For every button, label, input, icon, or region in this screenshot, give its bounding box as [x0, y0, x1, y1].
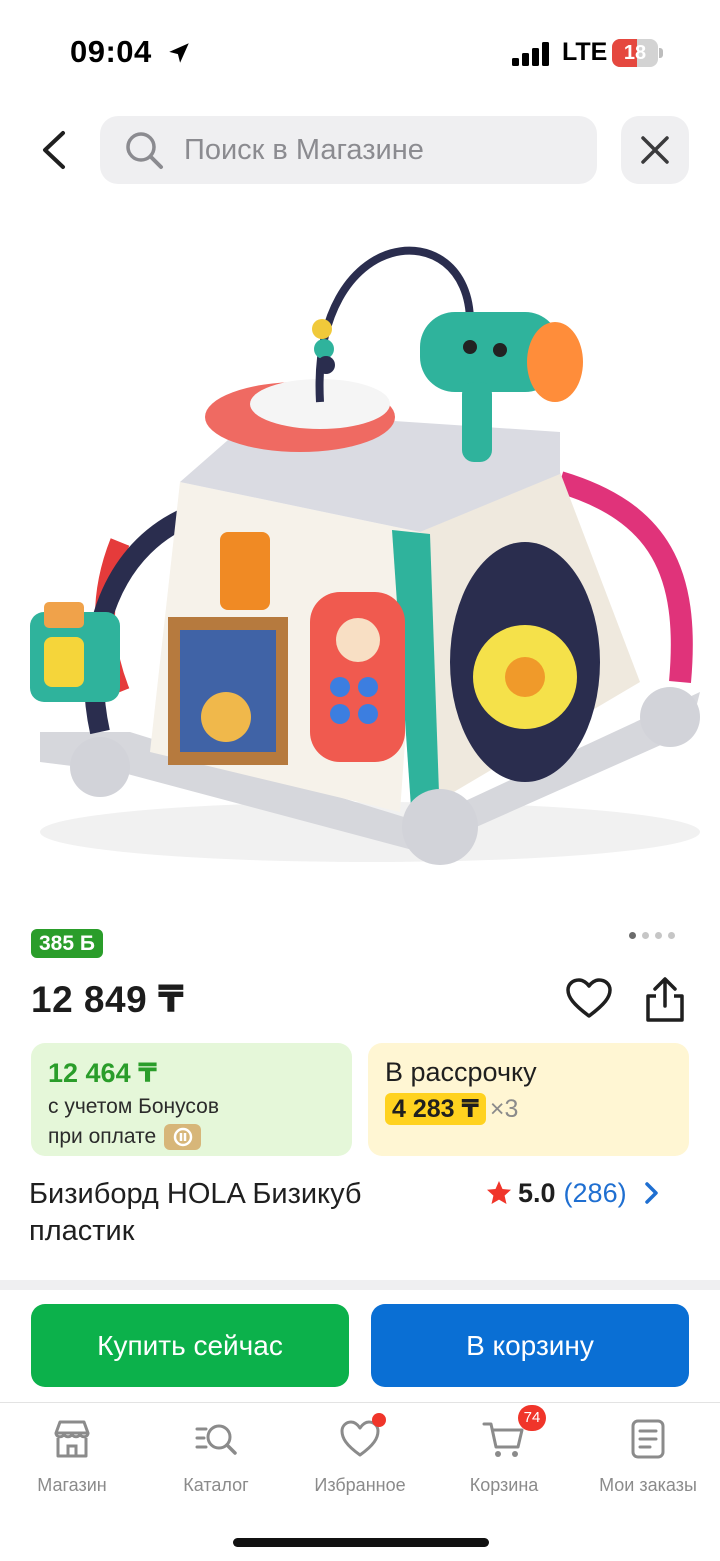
installment-amount: 4 283 ₸ — [385, 1093, 486, 1125]
share-button[interactable] — [642, 976, 688, 1024]
orders-icon — [631, 1419, 665, 1459]
cart-badge: 74 — [518, 1405, 546, 1431]
cart-icon-wrap: 74 — [482, 1405, 546, 1461]
signal-icon — [512, 42, 549, 66]
review-count: (286) — [563, 1177, 627, 1208]
nav-item-orders[interactable]: Мои заказы — [576, 1417, 720, 1507]
chevron-right-icon — [644, 1182, 658, 1204]
nav-label-orders: Мои заказы — [599, 1475, 697, 1495]
nav-label-favorites: Избранное — [314, 1475, 406, 1495]
close-icon — [641, 136, 669, 164]
activity-cube-illustration — [30, 246, 700, 865]
catalog-search-icon — [195, 1424, 237, 1455]
product-title: Бизиборд HOLA Бизикуб пластик — [29, 1178, 362, 1247]
bonus-note-pay: при оплате — [48, 1125, 157, 1148]
nav-item-favorites[interactable]: Избранное — [288, 1413, 432, 1507]
rating-value: 5.0 — [518, 1177, 556, 1208]
product-price: 12 849 ₸ — [31, 979, 185, 1020]
location-arrow-icon — [169, 43, 189, 63]
nav-item-catalog[interactable]: Каталог — [144, 1417, 288, 1507]
search-icon — [126, 132, 163, 169]
search-box[interactable] — [100, 116, 597, 184]
heart-icon — [566, 978, 612, 1018]
nav-item-store[interactable]: Магазин — [0, 1417, 144, 1507]
search-input[interactable] — [184, 116, 584, 184]
star-icon — [487, 1181, 511, 1204]
favorite-button[interactable] — [565, 978, 613, 1020]
status-bar: 09:04 LTE 18 — [0, 0, 720, 100]
bonus-price-card[interactable]: 12 464 ₸ с учетом Бонусов при оплате — [31, 1043, 352, 1156]
nav-label-store: Магазин — [37, 1475, 107, 1495]
installment-label: В рассрочку — [385, 1057, 537, 1087]
buy-now-button[interactable]: Купить сейчас — [31, 1304, 349, 1387]
carousel-dot[interactable] — [629, 932, 636, 939]
battery-level: 18 — [623, 42, 647, 64]
favorites-icon-wrap — [338, 1413, 386, 1461]
chevron-left-icon — [43, 131, 65, 169]
nav-label-cart: Корзина — [469, 1475, 539, 1495]
installment-multiplier: ×3 — [489, 1094, 519, 1123]
product-image[interactable] — [0, 212, 720, 912]
rating-link[interactable]: 5.0 (286) — [486, 1178, 661, 1208]
network-label: LTE — [562, 38, 608, 66]
carousel-dot[interactable] — [642, 932, 649, 939]
status-time: 09:04 — [70, 34, 152, 69]
nav-label-catalog: Каталог — [183, 1475, 249, 1495]
bonus-price: 12 464 ₸ — [48, 1058, 157, 1088]
close-button[interactable] — [621, 116, 689, 184]
installment-card[interactable]: В рассрочку 4 283 ₸ ×3 — [368, 1043, 689, 1156]
home-indicator — [233, 1538, 489, 1547]
carousel-dots[interactable] — [629, 932, 689, 942]
add-to-cart-button[interactable]: В корзину — [371, 1304, 689, 1387]
notification-dot — [372, 1413, 386, 1427]
share-icon — [646, 977, 684, 1022]
store-icon — [54, 1420, 90, 1458]
carousel-dot[interactable] — [655, 932, 662, 939]
carousel-dot[interactable] — [668, 932, 675, 939]
bonus-badge: 385 Б — [31, 929, 103, 958]
section-divider — [0, 1280, 720, 1290]
back-button[interactable] — [24, 118, 84, 182]
payment-icon — [164, 1124, 202, 1150]
bonus-note: с учетом Бонусов — [48, 1095, 219, 1118]
battery-icon: 18 — [612, 39, 663, 67]
nav-item-cart[interactable]: 74 Корзина — [432, 1405, 576, 1507]
